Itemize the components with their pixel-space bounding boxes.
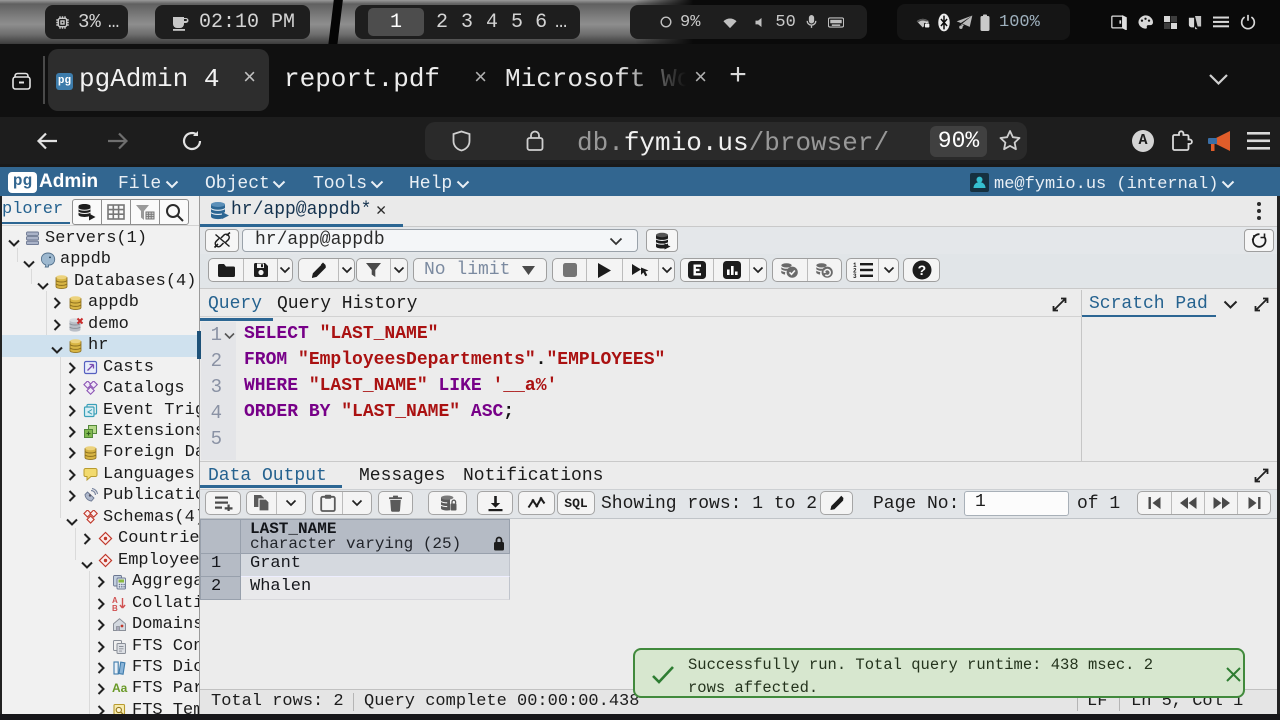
svg-text:Aa: Aa <box>112 681 128 694</box>
svg-text:?: ? <box>917 262 926 278</box>
svg-text:B: B <box>112 604 118 612</box>
svg-text:3: 3 <box>853 273 857 278</box>
